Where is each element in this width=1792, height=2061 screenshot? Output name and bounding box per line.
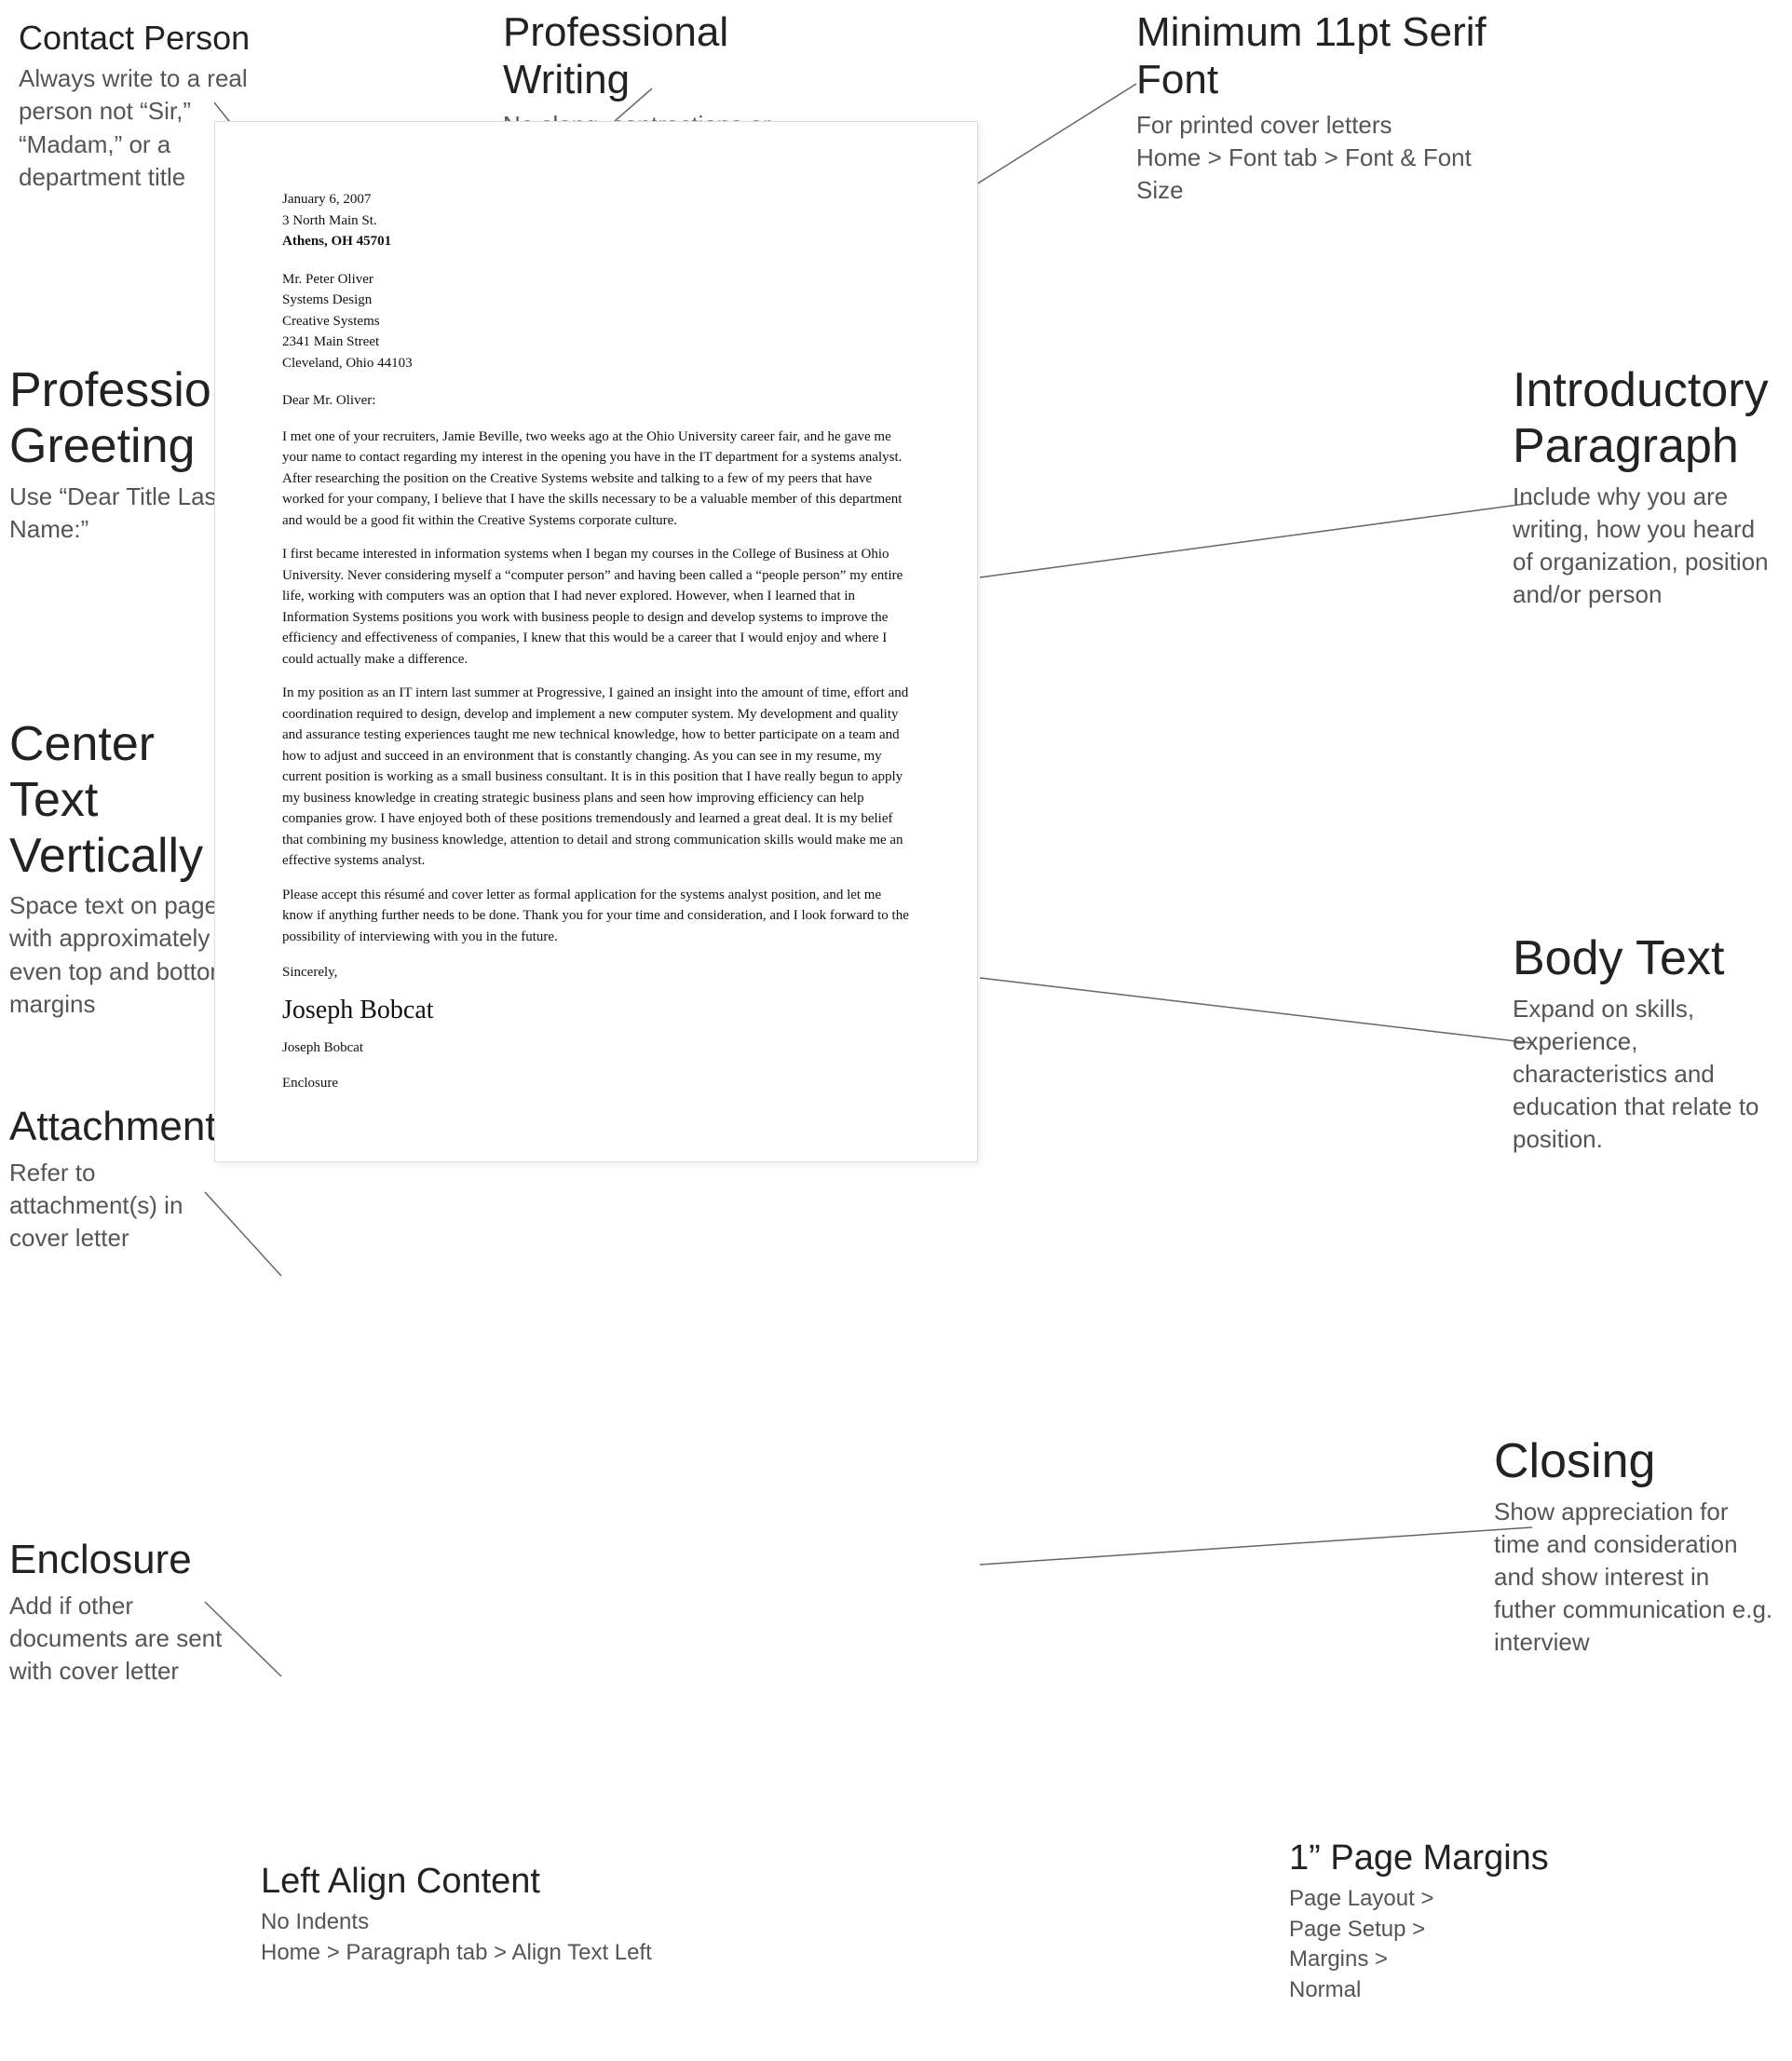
annotation-attachment: Attachment Refer to attachment(s) in cov… [9, 1104, 214, 1254]
left-align-title: Left Align Content [261, 1862, 652, 1903]
contact-person-title: Contact Person [19, 19, 261, 57]
letter-body-para-2: I first became interested in information… [282, 544, 910, 670]
letter-signature: Joseph Bobcat [282, 991, 910, 1030]
letter-body-para-4: Please accept this résumé and cover lett… [282, 885, 910, 948]
letter-body-para-1: I met one of your recruiters, Jamie Bevi… [282, 427, 910, 532]
attachment-subtitle: Refer to attachment(s) in cover letter [9, 1157, 214, 1254]
min-font-title: Minimum 11pt Serif Font [1136, 9, 1490, 103]
attachment-title: Attachment [9, 1104, 214, 1151]
closing-subtitle: Show appreciation for time and considera… [1494, 1496, 1773, 1659]
annotation-body-text: Body Text Expand on skills, experience, … [1513, 931, 1773, 1156]
page-margins-subtitle: Page Layout >Page Setup >Margins >Normal [1289, 1884, 1643, 2005]
letter-enclosure-line: Enclosure [282, 1073, 910, 1094]
letter-closing-word: Sincerely, [282, 962, 910, 983]
letter-salutation: Dear Mr. Oliver: [282, 390, 910, 412]
annotation-closing: Closing Show appreciation for time and c… [1494, 1434, 1773, 1659]
annotation-left-align: Left Align Content No IndentsHome > Para… [261, 1862, 652, 1968]
intro-para-subtitle: Include why you are writing, how you hea… [1513, 481, 1773, 611]
annotation-min-font: Minimum 11pt Serif Font For printed cove… [1136, 9, 1490, 207]
intro-para-title: IntroductoryParagraph [1513, 363, 1773, 475]
letter-recipient-name: Mr. Peter Oliver [282, 269, 910, 291]
closing-title: Closing [1494, 1434, 1773, 1490]
letter-date: January 6, 2007 [282, 189, 910, 210]
letter-body: I met one of your recruiters, Jamie Bevi… [282, 427, 910, 948]
body-text-subtitle: Expand on skills, experience, characteri… [1513, 993, 1773, 1156]
letter-recipient-city: Cleveland, Ohio 44103 [282, 353, 910, 374]
annotation-enclosure: Enclosure Add if other documents are sen… [9, 1537, 224, 1688]
center-text-title: Center TextVertically [9, 717, 233, 884]
page-margins-title: 1” Page Margins [1289, 1838, 1643, 1879]
letter-body-para-3: In my position as an IT intern last summ… [282, 683, 910, 872]
annotation-page-margins: 1” Page Margins Page Layout >Page Setup … [1289, 1838, 1643, 2005]
body-text-title: Body Text [1513, 931, 1773, 987]
letter-sender-address: January 6, 2007 3 North Main St. Athens,… [282, 189, 910, 252]
letter-city-state: Athens, OH 45701 [282, 231, 910, 252]
annotation-center-text: Center TextVertically Space text on page… [9, 717, 233, 1021]
letter-recipient-block: Mr. Peter Oliver Systems Design Creative… [282, 269, 910, 374]
letter-street: 3 North Main St. [282, 210, 910, 232]
left-align-subtitle: No IndentsHome > Paragraph tab > Align T… [261, 1907, 652, 1968]
letter-recipient-title: Systems Design [282, 290, 910, 311]
letter-recipient-street: 2341 Main Street [282, 332, 910, 353]
letter-document: January 6, 2007 3 North Main St. Athens,… [214, 121, 978, 1162]
letter-name-typed: Joseph Bobcat [282, 1037, 910, 1059]
min-font-subtitle: For printed cover lettersHome > Font tab… [1136, 109, 1490, 207]
professional-writing-title: Professional Writing [503, 9, 801, 103]
center-text-subtitle: Space text on page with approximately ev… [9, 889, 233, 1020]
annotation-intro-para: IntroductoryParagraph Include why you ar… [1513, 363, 1773, 611]
letter-closing-block: Sincerely, Joseph Bobcat Joseph Bobcat E… [282, 962, 910, 1094]
enclosure-title: Enclosure [9, 1537, 224, 1584]
letter-recipient-company: Creative Systems [282, 311, 910, 332]
enclosure-subtitle: Add if other documents are sent with cov… [9, 1590, 224, 1688]
